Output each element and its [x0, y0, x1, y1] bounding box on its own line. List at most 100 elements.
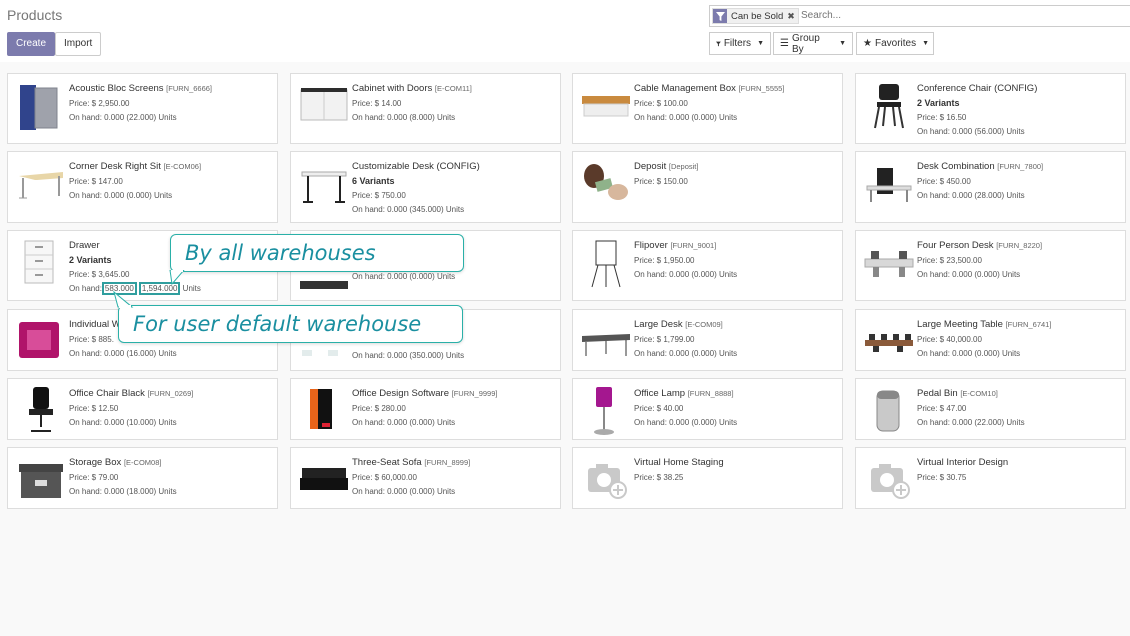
groupby-button[interactable]: ☰ Group By ▼ — [773, 32, 853, 55]
large-desk-icon — [580, 316, 632, 368]
star-icon: ★ — [863, 38, 872, 49]
product-name: Cabinet with Doors [E-COM11] — [352, 83, 472, 94]
product-onhand: On hand: 0.000 (8.000) Units — [352, 113, 456, 122]
workspace-icon — [15, 316, 67, 368]
favorites-button[interactable]: ★ Favorites ▼ — [856, 32, 934, 55]
product-price: Price: $ 2,950.00 — [69, 99, 130, 108]
product-onhand: On hand: 0.000 (0.000) Units — [352, 272, 456, 281]
product-name: Large Desk [E-COM09] — [634, 319, 723, 330]
callout-tail — [113, 290, 134, 308]
product-name: Four Person Desk [FURN_8220] — [917, 240, 1043, 251]
product-card[interactable]: Virtual Home Staging Price: $ 38.25 — [572, 447, 843, 509]
product-card[interactable]: Virtual Interior Design Price: $ 30.75 — [855, 447, 1126, 509]
product-name: Office Lamp [FURN_8888] — [634, 388, 734, 399]
product-onhand: On hand: 0.000 (0.000) Units — [352, 487, 456, 496]
filter-icon — [713, 9, 727, 23]
product-onhand: On hand: 0.000 (0.000) Units — [69, 191, 173, 200]
product-price: Price: $ 280.00 — [352, 404, 406, 413]
callout-all-warehouses: By all warehouses — [170, 234, 464, 272]
product-card[interactable]: Cable Management Box [FURN_5555] Price: … — [572, 73, 843, 144]
lamp-icon — [580, 385, 632, 437]
product-card[interactable]: Four Person Desk [FURN_8220] Price: $ 23… — [855, 230, 1126, 301]
filters-button[interactable]: Filters ▼ — [709, 32, 771, 55]
product-onhand: On hand: 0.000 (56.000) Units — [917, 127, 1025, 136]
page-title: Products — [7, 7, 63, 23]
product-card[interactable]: Storage Box [E-COM08] Price: $ 79.00 On … — [7, 447, 278, 509]
product-card[interactable]: Pedal Bin [E-COM10] Price: $ 47.00 On ha… — [855, 378, 1126, 440]
product-card[interactable]: Flipover [FURN_9001] Price: $ 1,950.00 O… — [572, 230, 843, 301]
product-card[interactable]: Large Meeting Table [FURN_6741] Price: $… — [855, 309, 1126, 371]
product-variants: 6 Variants — [352, 176, 395, 186]
product-price: Price: $ 1,950.00 — [634, 256, 695, 265]
search-facet[interactable]: Can be Sold ✖ — [712, 8, 799, 24]
product-price: Price: $ 150.00 — [634, 177, 688, 186]
product-price: Price: $ 23,500.00 — [917, 256, 982, 265]
product-name: Pedal Bin [E-COM10] — [917, 388, 998, 399]
product-name: Desk Combination [FURN_7800] — [917, 161, 1044, 172]
facet-value: Can be Sold — [731, 10, 784, 22]
filter-icon — [716, 41, 721, 46]
product-price: Price: $ 14.00 — [352, 99, 402, 108]
cabinet-icon — [298, 80, 350, 132]
product-card[interactable]: Three-Seat Sofa [FURN_8999] Price: $ 60,… — [290, 447, 561, 509]
product-card[interactable]: Acoustic Bloc Screens [FURN_6666] Price:… — [7, 73, 278, 144]
favorites-label: Favorites — [874, 38, 917, 49]
product-price: Price: $ 40,000.00 — [917, 335, 982, 344]
drawer-icon — [15, 237, 67, 289]
storage-box-icon — [15, 454, 67, 506]
product-name: Large Meeting Table [FURN_6741] — [917, 319, 1052, 330]
product-onhand: On hand: 0.000 (350.000) Units — [352, 351, 465, 360]
product-name: Flipover [FURN_9001] — [634, 240, 717, 251]
flipover-icon — [580, 237, 632, 289]
bin-icon — [863, 385, 915, 437]
product-onhand: On hand: 0.000 (18.000) Units — [69, 487, 177, 496]
product-card[interactable]: Office Chair Black [FURN_0269] Price: $ … — [7, 378, 278, 440]
product-card[interactable]: Office Design Software [FURN_9999] Price… — [290, 378, 561, 440]
product-price: Price: $ 38.25 — [634, 473, 684, 482]
product-price: Price: $ 147.00 — [69, 177, 123, 186]
product-card[interactable]: Customizable Desk (CONFIG) 6 Variants Pr… — [290, 151, 561, 223]
acoustic-screen-icon — [15, 80, 67, 132]
product-onhand: On hand: 0.000 (22.000) Units — [917, 418, 1025, 427]
product-card[interactable]: Office Lamp [FURN_8888] Price: $ 40.00 O… — [572, 378, 843, 440]
caret-down-icon: ▼ — [922, 40, 930, 47]
control-panel: Products Create Import Can be Sold ✖ Fil… — [0, 0, 1130, 62]
money-icon — [580, 158, 632, 210]
search-bar[interactable]: Can be Sold ✖ — [709, 5, 1130, 27]
groupby-label: Group By — [791, 32, 820, 55]
import-button[interactable]: Import — [55, 32, 102, 56]
product-onhand: On hand: 0.000 (0.000) Units — [634, 349, 738, 358]
product-price: Price: $ 79.00 — [69, 473, 119, 482]
product-name: Virtual Interior Design — [917, 457, 1009, 468]
software-box-icon — [298, 385, 350, 437]
product-name: Three-Seat Sofa [FURN_8999] — [352, 457, 471, 468]
sofa-icon — [298, 454, 350, 506]
product-price: Price: $ 750.00 — [352, 191, 406, 200]
cable-box-icon — [580, 80, 632, 132]
product-card[interactable]: Conference Chair (CONFIG) 2 Variants Pri… — [855, 73, 1126, 144]
product-onhand: On hand: 0.000 (0.000) Units — [634, 270, 738, 279]
remove-facet-icon[interactable]: ✖ — [787, 11, 798, 22]
product-price: Price: $ 60,000.00 — [352, 473, 417, 482]
product-price: Price: $ 12.50 — [69, 404, 119, 413]
camera-placeholder-icon — [863, 454, 915, 506]
product-onhand: On hand: 0.000 (0.000) Units — [917, 349, 1021, 358]
product-price: Price: $ 40.00 — [634, 404, 684, 413]
product-onhand: On hand: 0.000 (345.000) Units — [352, 205, 465, 214]
product-variants: 2 Variants — [917, 98, 960, 108]
product-card[interactable]: Large Desk [E-COM09] Price: $ 1,799.00 O… — [572, 309, 843, 371]
product-card[interactable]: Deposit [Deposit] Price: $ 150.00 — [572, 151, 843, 223]
product-onhand: On hand: 0.000 (0.000) Units — [634, 113, 738, 122]
product-card[interactable]: Cabinet with Doors [E-COM11] Price: $ 14… — [290, 73, 561, 144]
create-button[interactable]: Create — [7, 32, 56, 56]
caret-down-icon: ▼ — [839, 40, 846, 47]
search-input[interactable] — [801, 10, 1121, 21]
product-card[interactable]: Corner Desk Right Sit [E-COM06] Price: $… — [7, 151, 278, 223]
product-card[interactable]: Desk Combination [FURN_7800] Price: $ 45… — [855, 151, 1126, 223]
desk-icon — [298, 158, 350, 210]
product-name: Storage Box [E-COM08] — [69, 457, 162, 468]
caret-down-icon: ▼ — [757, 40, 764, 47]
product-onhand: On hand: 0.000 (10.000) Units — [69, 418, 177, 427]
chair-icon — [863, 80, 915, 132]
office-chair-icon — [15, 385, 67, 437]
